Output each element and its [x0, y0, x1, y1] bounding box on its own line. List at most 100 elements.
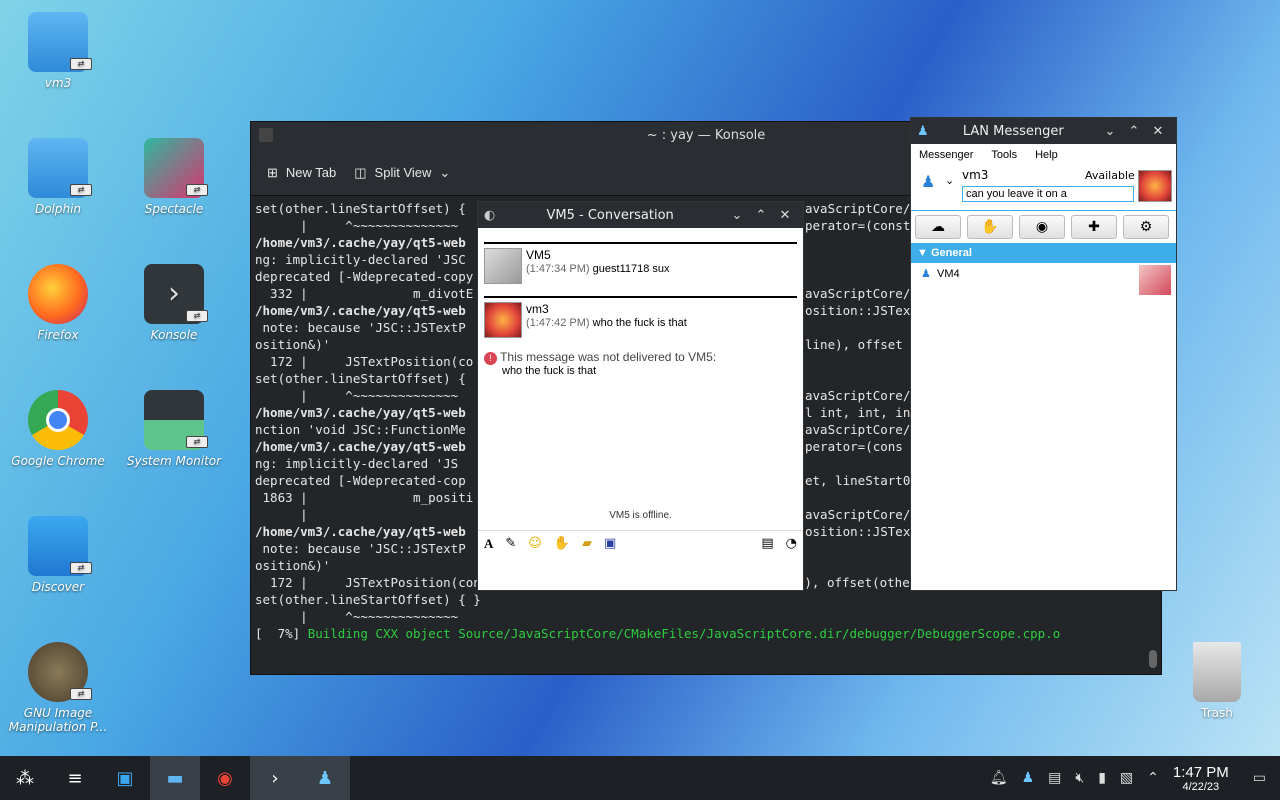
user-status-icon[interactable]: ♟ — [921, 172, 935, 191]
font-icon[interactable]: A — [484, 536, 493, 552]
lan-messenger-tray-icon[interactable]: ♟ — [1022, 770, 1035, 786]
status-message-input[interactable] — [962, 186, 1134, 202]
keyboard-layout-icon[interactable]: ▧ — [1120, 770, 1133, 786]
error-icon: ! — [484, 352, 497, 365]
split-view-icon: ◫ — [354, 164, 367, 180]
clipboard-icon[interactable]: ▤ — [1048, 770, 1061, 786]
notifications-icon[interactable]: 🔔︎ — [990, 770, 1008, 786]
dolphin-icon: ⇄ — [28, 138, 92, 198]
desktop-icon-firefox[interactable]: Firefox — [3, 264, 113, 342]
application-launcher-icon[interactable]: ⁂ — [0, 756, 50, 800]
clock[interactable]: 1:47 PM 4/22/23 — [1173, 764, 1229, 793]
usb-device-icon[interactable]: ▮ — [1098, 770, 1106, 786]
system-tray: 🔔︎ ♟ ▤ 🔇︎ ▮ ▧ ⌃ 1:47 PM 4/22/23 ▭ — [990, 756, 1280, 800]
history-icon[interactable]: ▤ — [761, 536, 773, 551]
chrome-icon — [28, 390, 88, 450]
conversation-titlebar[interactable]: ◐ VM5 - Conversation ⌄ ⌃ ✕ — [478, 202, 803, 228]
menu-messenger[interactable]: Messenger — [919, 149, 973, 161]
font-color-icon[interactable]: ✎ — [505, 536, 516, 551]
conversation-window[interactable]: ◐ VM5 - Conversation ⌄ ⌃ ✕ VM5 (1:47:34 … — [477, 201, 804, 591]
transfer-icon: ✋ — [981, 219, 999, 235]
contact-avatar — [1139, 265, 1171, 295]
desktop-icon-label: vm3 — [44, 76, 72, 90]
save-icon[interactable]: ▣ — [604, 536, 616, 551]
dolphin-taskbar-icon[interactable]: ▬ — [150, 756, 200, 800]
error-text: who the fuck is that — [502, 365, 597, 377]
chevron-down-icon[interactable]: ⌄ — [725, 208, 749, 223]
emoticon-icon[interactable]: ☺ — [528, 536, 542, 551]
desktop-icon-label: GNU Image Manipulation P... — [8, 706, 108, 734]
chrome-taskbar-icon[interactable]: ◉ — [200, 756, 250, 800]
broadcast-button[interactable]: ◉ — [1019, 215, 1065, 239]
settings-icon: ⚙ — [1139, 219, 1153, 235]
volume-muted-icon[interactable]: 🔇︎ — [1075, 770, 1084, 786]
desktop-icon-vm3[interactable]: ⇄ vm3 — [3, 12, 113, 90]
terminal-line: [ 7%] Building CXX object Source/JavaScr… — [255, 626, 1061, 641]
desktop-icon-discover[interactable]: ⇄ Discover — [3, 516, 113, 594]
new-tab-button[interactable]: ⊞ New Tab — [267, 165, 336, 181]
terminal-line: set(other.lineStartOffset) { } — [255, 592, 481, 607]
lan-messenger-taskbar-icon[interactable]: ♟ — [300, 756, 350, 800]
desktop-icon-konsole[interactable]: › ⇄ Konsole — [119, 264, 229, 342]
message-time: (1:47:42 PM) — [526, 317, 590, 329]
close-button[interactable]: ✕ — [1146, 124, 1170, 139]
transfer-button[interactable]: ✋ — [967, 215, 1013, 239]
message-history[interactable]: VM5 (1:47:34 PM) guest11718 sux vm3 (1:4… — [478, 228, 803, 528]
contact-group-header[interactable]: ▼ General — [911, 243, 1176, 263]
user-status-row: ♟ ⌄ vm3 Available — [911, 166, 1176, 206]
maximize-button[interactable]: ⌃ — [749, 208, 773, 223]
chat-button[interactable]: ☁ — [915, 215, 961, 239]
message-text: who the fuck is that — [592, 317, 687, 329]
window-title: ~ : yay — Konsole — [646, 128, 766, 143]
desktop-icon-chrome[interactable]: Google Chrome — [3, 390, 113, 468]
error-title: This message was not delivered to VM5: — [500, 350, 717, 364]
chat-icon: ☁ — [931, 219, 945, 235]
sender-name: VM5 — [526, 248, 551, 262]
desktop-icon-system-monitor[interactable]: ⇄ System Monitor — [119, 390, 229, 468]
status-label[interactable]: Available — [1085, 169, 1135, 182]
menu-tools[interactable]: Tools — [991, 149, 1017, 161]
discover-taskbar-icon[interactable]: ▣ — [100, 756, 150, 800]
chevron-up-icon[interactable]: ⌃ — [1147, 770, 1159, 786]
contact-list-item[interactable]: ♟ VM4 — [911, 263, 1176, 297]
desktop-icon-gimp[interactable]: ⇄ GNU Image Manipulation P... — [3, 642, 113, 734]
lan-messenger-titlebar[interactable]: ♟ LAN Messenger ⌄ ⌃ ✕ — [911, 118, 1176, 144]
discover-icon: ⇄ — [28, 516, 92, 576]
menu-help[interactable]: Help — [1035, 149, 1058, 161]
message-text: guest11718 sux — [592, 263, 670, 275]
desktop-icon-trash[interactable]: Trash — [1162, 642, 1272, 720]
desktop-icon-spectacle[interactable]: ⇄ Spectacle — [119, 138, 229, 216]
group-name: General — [930, 247, 972, 259]
settings-button[interactable]: ⚙ — [1123, 215, 1169, 239]
add-contact-button[interactable]: ✚ — [1071, 215, 1117, 239]
message: vm3 (1:47:42 PM) who the fuck is that — [484, 296, 797, 338]
close-button[interactable]: ✕ — [773, 208, 797, 223]
message-input[interactable] — [480, 558, 801, 588]
task-manager-icon[interactable]: ≡ — [50, 756, 100, 800]
desktop-icon-label: Dolphin — [34, 202, 82, 216]
folder-icon: ⇄ — [28, 12, 92, 72]
conversation-toolbar: A ✎ ☺ ✋ ▰ ▣ ▤ ◔ — [478, 530, 803, 556]
user-avatar[interactable] — [1138, 170, 1172, 202]
desktop-icon-label: System Monitor — [126, 454, 222, 468]
chevron-down-icon[interactable]: ⌄ — [1098, 124, 1122, 139]
send-file-icon[interactable]: ✋ — [554, 536, 570, 551]
broadcast-icon: ◉ — [1035, 219, 1049, 235]
desktop-icon-dolphin[interactable]: ⇄ Dolphin — [3, 138, 113, 216]
desktop-icon-label: Trash — [1201, 706, 1233, 720]
show-desktop-icon[interactable]: ▭ — [1253, 770, 1266, 786]
desktop-icon-label: Discover — [31, 580, 85, 594]
scrollbar[interactable] — [1149, 650, 1157, 668]
split-view-button[interactable]: ◫ Split View ⌄ — [354, 165, 450, 181]
system-monitor-icon: ⇄ — [144, 390, 208, 450]
lan-messenger-window[interactable]: ♟ LAN Messenger ⌄ ⌃ ✕ Messenger Tools He… — [910, 117, 1177, 591]
offline-notice: VM5 is offline. — [609, 510, 672, 521]
conversation-app-icon: ◐ — [484, 207, 496, 223]
desktop-icon-label: Google Chrome — [11, 454, 105, 468]
konsole-taskbar-icon[interactable]: › — [250, 756, 300, 800]
firefox-icon — [28, 264, 88, 324]
maximize-button[interactable]: ⌃ — [1122, 124, 1146, 139]
chevron-down-icon[interactable]: ⌄ — [945, 174, 954, 187]
transfers-icon[interactable]: ◔ — [786, 536, 797, 551]
send-folder-icon[interactable]: ▰ — [582, 536, 592, 551]
